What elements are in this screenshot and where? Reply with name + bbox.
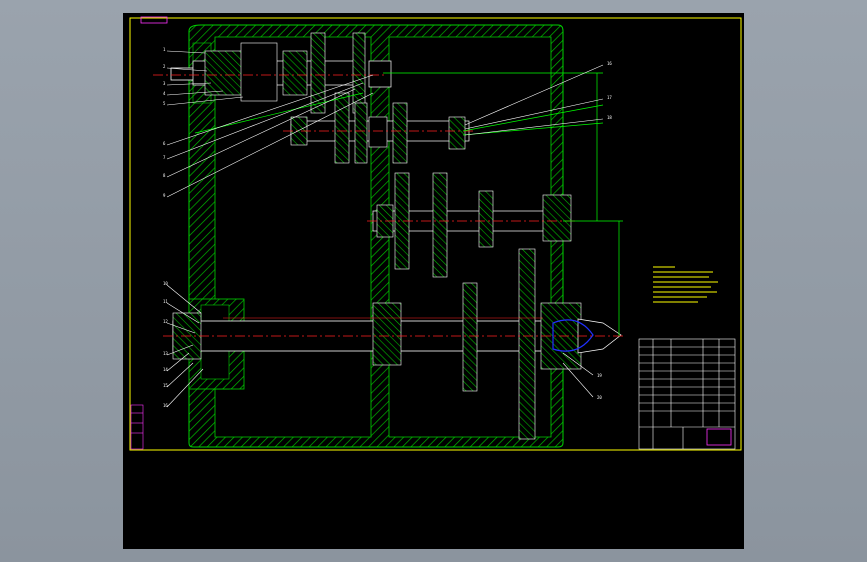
part-label: 11 [163, 299, 168, 304]
part-label: 12 [163, 319, 168, 324]
part-label: 4 [163, 91, 166, 96]
part-label: 15 [163, 383, 168, 388]
part-label: 14 [163, 367, 168, 372]
part-label: 17 [607, 95, 612, 100]
part-label: 8 [163, 173, 166, 178]
title-block [638, 338, 736, 450]
part-label: 3 [163, 81, 166, 86]
part-label: 2 [163, 64, 166, 69]
part-label: 6 [163, 141, 166, 146]
gearbox-assembly-drawing: 1 2 3 4 5 6 7 8 9 10 11 12 13 14 15 16 1… [129, 16, 742, 451]
part-label: 18 [607, 115, 612, 120]
part-label: 16 [163, 403, 168, 408]
part-number-labels-left: 1 2 3 4 5 6 7 8 9 10 11 12 13 14 15 16 [163, 47, 168, 408]
part-label: 13 [163, 351, 168, 356]
part-label: 9 [163, 193, 166, 198]
revision-table [130, 404, 144, 450]
part-label: 10 [163, 281, 168, 286]
title-block-stamp [706, 428, 732, 446]
part-label: 19 [597, 373, 602, 378]
part-label: 5 [163, 101, 166, 106]
part-label: 7 [163, 155, 166, 160]
part-label: 16 [607, 61, 612, 66]
technical-notes [653, 266, 718, 303]
part-label: 20 [597, 395, 602, 400]
part-label: 1 [163, 47, 166, 52]
cad-viewport[interactable]: 1 2 3 4 5 6 7 8 9 10 11 12 13 14 15 16 1… [123, 13, 744, 549]
